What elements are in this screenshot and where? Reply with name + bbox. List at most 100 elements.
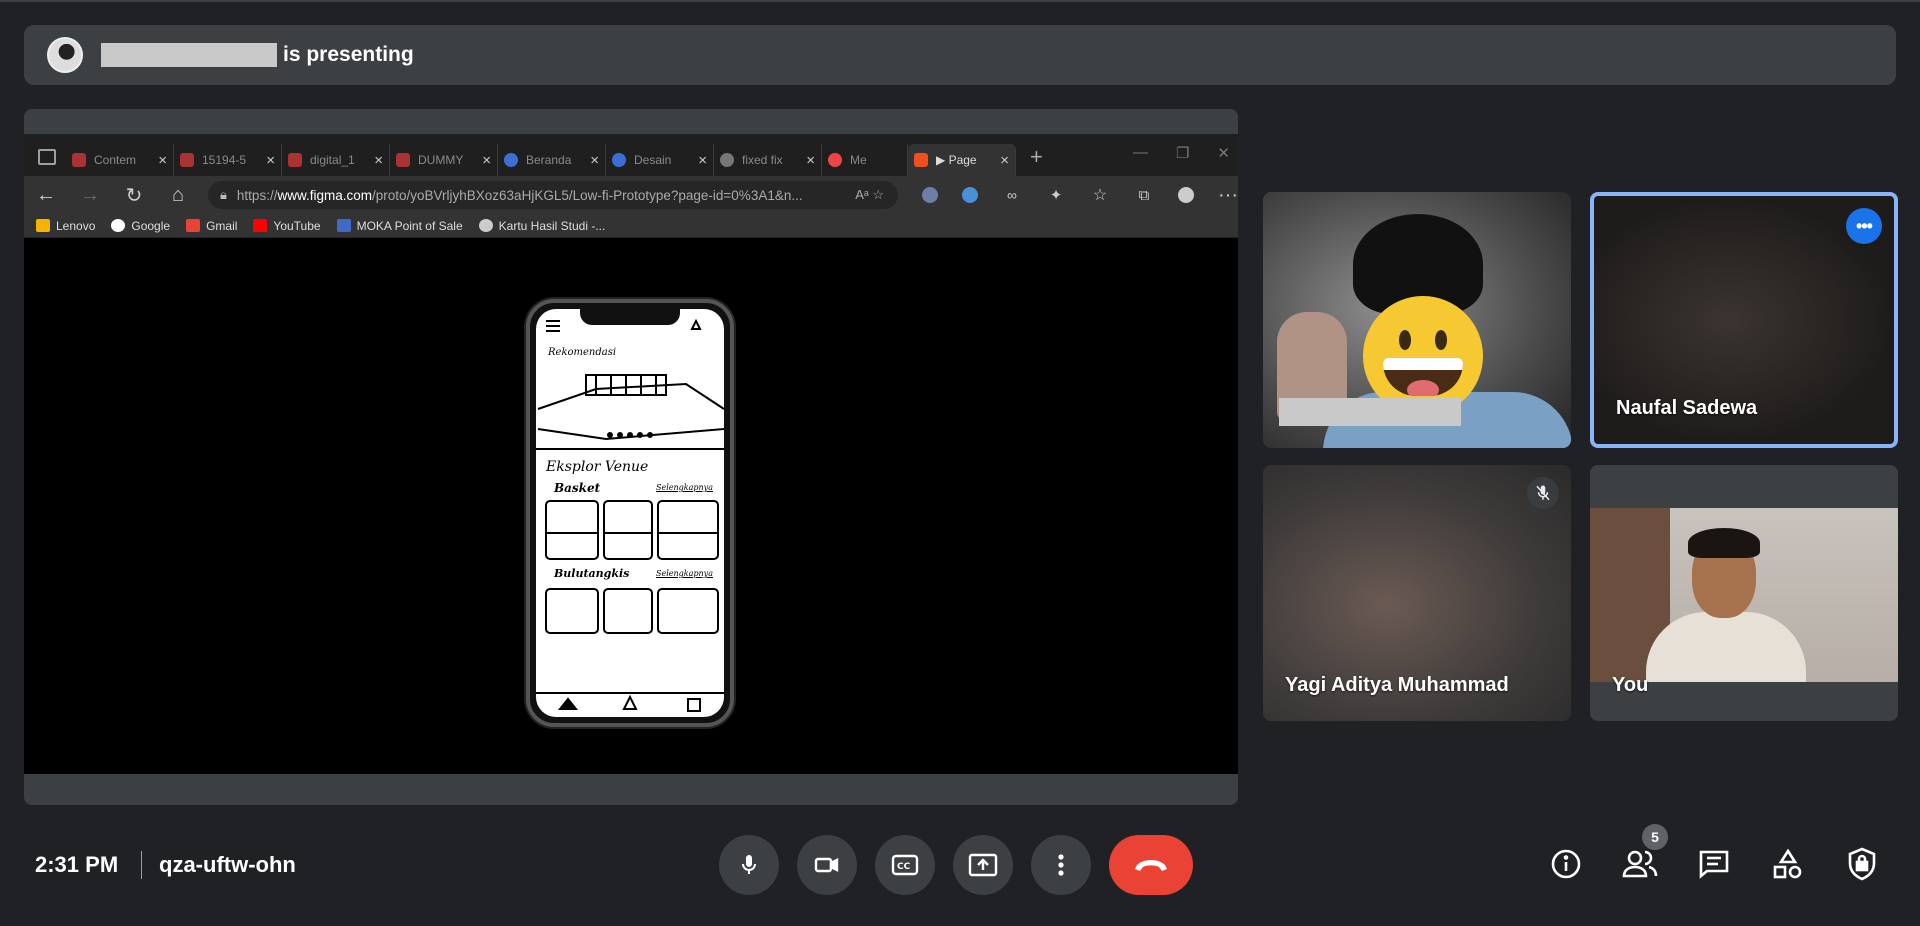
captions-button[interactable]: CC <box>875 835 935 895</box>
participant-tile-active[interactable]: ••• Naufal Sadewa <box>1590 192 1898 448</box>
browser-menu-icon: ··· <box>1218 183 1238 206</box>
bookmark-item: Kartu Hasil Studi -... <box>478 219 605 233</box>
browser-tab: Desain × <box>606 144 714 176</box>
collections-icon: ⧉ <box>1138 186 1150 204</box>
tab-favicon-icon <box>288 153 302 167</box>
minimize-icon: — <box>1132 144 1148 161</box>
bookmark-label: Gmail <box>206 218 238 233</box>
read-aloud-icon: Aᵃ ☆ <box>855 187 884 202</box>
shared-screen[interactable]: Contem × 15194-5 × digital_1 × DUMMY × Beran… <box>24 109 1238 805</box>
presenting-banner: is presenting <box>24 25 1896 85</box>
self-video <box>1590 508 1898 682</box>
meeting-tools: 5 <box>1546 824 1882 888</box>
moka-icon <box>336 219 351 232</box>
tab-close-icon: × <box>590 151 599 169</box>
tab-close-icon: × <box>1000 151 1009 169</box>
figma-favicon-icon <box>914 153 928 167</box>
participant-name: Naufal Sadewa <box>1616 397 1758 419</box>
tab-label: ▶ Page <box>936 153 977 167</box>
url-prefix: https:// <box>236 187 278 203</box>
bookmark-label: MOKA Point of Sale <box>356 218 463 233</box>
mic-off-icon <box>1527 477 1559 509</box>
browser-tab-active: ▶ Page × <box>908 144 1016 176</box>
tab-favicon-icon <box>396 153 410 167</box>
close-window-icon: ✕ <box>1217 145 1230 162</box>
emoji-eye <box>1435 330 1447 350</box>
new-tab-icon: + <box>1030 144 1043 169</box>
participant-tile[interactable] <box>1263 192 1571 448</box>
folder-icon <box>36 219 50 232</box>
bookmark-item: YouTube <box>253 219 321 233</box>
profile-avatar-icon <box>1178 187 1194 203</box>
extension-icon <box>962 187 978 203</box>
presenting-label: is presenting <box>283 43 414 66</box>
tab-favicon-icon <box>720 153 734 167</box>
extensions-puzzle-icon: ✦ <box>1049 187 1063 204</box>
present-screen-button[interactable] <box>953 835 1013 895</box>
activities-button[interactable] <box>1768 840 1808 888</box>
kartu-icon <box>478 219 493 232</box>
favorites-icon: ☆ <box>1092 187 1108 204</box>
tab-close-icon: × <box>266 151 275 169</box>
bookmark-item: Google <box>111 219 170 233</box>
bookmark-item: Gmail <box>186 219 237 233</box>
sketch-bulutangkis-label: Bulutangkis <box>554 567 630 580</box>
leave-call-button[interactable] <box>1109 835 1193 895</box>
meeting-code: qza-uftw-ohn <box>159 852 296 877</box>
browser-tab: Beranda × <box>498 144 606 176</box>
sketch-rekomendasi-label: Rekomendasi <box>548 347 617 358</box>
browser-tab: Me <box>822 144 908 176</box>
participant-more-options-button[interactable]: ••• <box>1846 208 1882 244</box>
participant-count-badge: 5 <box>1642 824 1668 850</box>
meeting-time: 2:31 PM <box>35 852 119 877</box>
participant-tile-self[interactable]: You <box>1590 465 1898 721</box>
more-options-button[interactable] <box>1031 835 1091 895</box>
url-path: /proto/yoBVrljyhBXoz63aHjKGL5/Low-fi-Pro… <box>371 187 803 203</box>
sketch-selengkapnya2-label: Selengkapnya <box>656 569 713 578</box>
tab-label: Me <box>850 153 867 167</box>
present-screen-icon <box>968 853 998 877</box>
figma-prototype-viewport: Rekomendasi Eksplor Venue Basket Selengk… <box>24 239 1238 774</box>
meeting-details-button[interactable] <box>1546 840 1586 888</box>
camera-button[interactable] <box>797 835 857 895</box>
host-controls-button[interactable] <box>1842 840 1882 888</box>
activities-shapes-icon <box>1773 848 1802 879</box>
more-vert-icon <box>1058 854 1064 876</box>
back-icon: ← <box>36 183 56 206</box>
presenter-name-redacted <box>101 43 277 67</box>
tab-label: Contem <box>94 153 137 167</box>
bookmark-item: Lenovo <box>36 219 95 233</box>
phone-mockup: Rekomendasi Eksplor Venue Basket Selengk… <box>526 299 734 727</box>
sketch-basket-label: Basket <box>554 481 601 495</box>
participant-tile[interactable]: Yagi Aditya Muhammad <box>1263 465 1571 721</box>
tab-favicon-icon <box>828 153 842 167</box>
window-controls: — ❐ ✕ <box>1133 144 1230 162</box>
tab-close-icon: × <box>806 151 815 169</box>
bookmarks-bar: Lenovo Google Gmail YouTube MOKA Point o… <box>24 214 1238 238</box>
chat-icon <box>1699 850 1729 879</box>
browser-tab: digital_1 × <box>282 144 390 176</box>
browser-tab-bar: Contem × 15194-5 × digital_1 × DUMMY × Beran… <box>24 134 1238 176</box>
tab-favicon-icon <box>180 153 194 167</box>
people-button[interactable]: 5 <box>1620 824 1668 888</box>
emoji-eye <box>1399 330 1411 350</box>
participant-name-redacted <box>1279 398 1461 426</box>
microphone-icon <box>742 855 756 874</box>
youtube-icon <box>253 219 268 232</box>
emoji-teeth <box>1383 358 1463 370</box>
browser-tab: fixed fix × <box>714 144 822 176</box>
closed-captions-icon: CC <box>891 854 919 876</box>
emoji-mouth <box>1383 358 1463 396</box>
lock-icon: 🔒︎ <box>220 187 227 202</box>
shield-lock-icon <box>1848 847 1876 881</box>
microphone-button[interactable] <box>719 835 779 895</box>
tab-close-icon: × <box>698 151 707 169</box>
gmail-icon <box>186 219 201 232</box>
google-icon <box>111 219 126 232</box>
video-camera-icon <box>814 857 839 873</box>
video-shirt <box>1646 612 1806 682</box>
participant-name: Yagi Aditya Muhammad <box>1285 674 1509 696</box>
tab-close-icon: × <box>374 151 383 169</box>
chat-button[interactable] <box>1694 840 1734 888</box>
forward-icon: → <box>80 183 100 206</box>
